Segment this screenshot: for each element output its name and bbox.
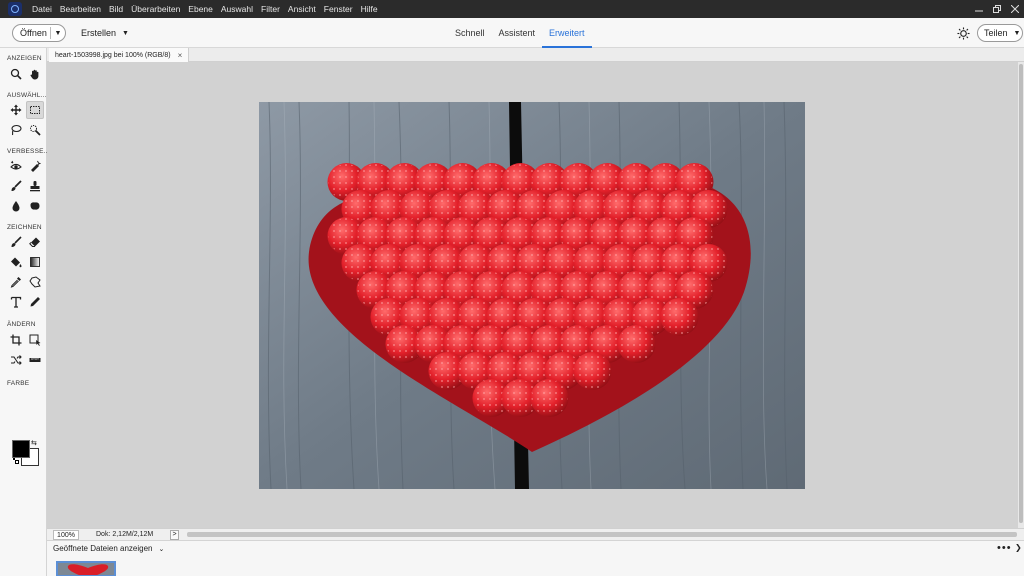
document-image[interactable] [259,102,805,489]
chevron-down-icon: ▼ [122,29,129,37]
minimize-icon[interactable] [970,0,988,18]
menu-bild[interactable]: Bild [105,0,127,18]
photo-bin-dropdown-label: Geöffnete Dateien anzeigen [53,544,153,553]
eyedropper-icon[interactable] [7,273,25,291]
move-icon[interactable] [7,101,25,119]
blur-icon[interactable] [7,197,25,215]
chevron-down-icon: ⌄ [158,545,165,553]
menu-ansicht[interactable]: Ansicht [284,0,320,18]
crop-icon[interactable] [7,331,25,349]
red-eye-icon[interactable] [7,157,25,175]
default-colors-icon[interactable] [12,457,20,465]
type-icon[interactable] [7,293,25,311]
section-label-select: AUSWÄHL... [7,92,47,99]
menu-ebene[interactable]: Ebene [184,0,217,18]
close-icon[interactable] [1006,0,1024,18]
recompose-icon[interactable] [26,331,44,349]
raspberry-texture [618,326,655,362]
more-options-icon[interactable]: ••• [997,542,1012,554]
photo-bin: Geöffnete Dateien anzeigen ⌄ ••• ❯ [47,540,1024,576]
clone-stamp-icon[interactable] [26,177,44,195]
tab-schnell[interactable]: Schnell [448,18,492,48]
tab-assistent[interactable]: Assistent [492,18,543,48]
status-more-button[interactable]: > [170,530,179,540]
spot-healing-icon[interactable] [26,157,44,175]
vertical-scrollbar[interactable] [1018,62,1024,528]
pencil-icon[interactable] [26,293,44,311]
status-bar: 100% Dok: 2,12M/2,12M > [47,528,1024,540]
tab-erweitert[interactable]: Erweitert [542,18,592,48]
chevron-right-icon[interactable]: ❯ [1015,543,1022,552]
mode-tabs: Schnell Assistent Erweitert [448,18,592,48]
brush-icon[interactable] [7,233,25,251]
lasso-icon[interactable] [7,121,25,139]
photo-bin-dropdown[interactable]: Geöffnete Dateien anzeigen ⌄ [53,544,164,553]
menu-auswahl[interactable]: Auswahl [217,0,257,18]
sponge-icon[interactable] [26,197,44,215]
gradient-icon[interactable] [26,253,44,271]
paint-bucket-icon[interactable] [7,253,25,271]
eraser-icon[interactable] [26,233,44,251]
menu-datei[interactable]: Datei [28,0,56,18]
create-button[interactable]: Erstellen ▼ [81,24,129,42]
sun-icon[interactable] [956,26,970,40]
hand-icon[interactable] [26,65,44,83]
section-label-modify: ÄNDERN [7,321,36,328]
custom-shape-icon[interactable] [26,273,44,291]
zoom-level-field[interactable]: 100% [53,530,79,540]
document-tab[interactable]: heart-1503998.jpg bei 100% (RGB/8) × [49,48,190,62]
close-icon[interactable]: × [178,51,183,60]
toolbox: ANZEIGEN AUSWÄHL... VERBESSE... ZEICHNEN [0,48,50,576]
marquee-icon[interactable] [26,101,44,119]
menu-hilfe[interactable]: Hilfe [357,0,382,18]
menu-bearbeiten[interactable]: Bearbeiten [56,0,105,18]
document-tab-title: heart-1503998.jpg bei 100% (RGB/8) [55,51,171,59]
menu-fenster[interactable]: Fenster [320,0,357,18]
foreground-color-swatch[interactable] [12,440,30,458]
document-size: Dok: 2,12M/2,12M [96,531,154,538]
section-label-color: FARBE [7,380,30,387]
section-label-draw: ZEICHNEN [7,224,42,231]
horizontal-scrollbar[interactable] [187,532,1017,537]
chevron-down-icon[interactable]: ▼ [51,30,65,37]
raspberry-texture [531,380,568,416]
section-label-enhance: VERBESSE... [7,148,50,155]
canvas-area[interactable] [47,62,1018,528]
raspberry-texture [661,299,698,335]
menu-bar: Datei Bearbeiten Bild Überarbeiten Ebene… [0,0,1024,18]
create-button-label: Erstellen [81,28,117,38]
top-bar: Öffnen ▼ Erstellen ▼ Schnell Assistent E… [0,18,1024,48]
menu-filter[interactable]: Filter [257,0,284,18]
chevron-down-icon: ▼ [1013,29,1021,37]
quick-select-icon[interactable] [26,121,44,139]
restore-icon[interactable] [988,0,1006,18]
section-label-view: ANZEIGEN [7,55,42,62]
straighten-icon[interactable] [26,351,44,369]
zoom-icon[interactable] [7,65,25,83]
open-file-thumbnail[interactable] [56,561,116,576]
open-button[interactable]: Öffnen ▼ [12,24,66,42]
swap-colors-icon[interactable]: ⇆ [31,439,37,447]
app-logo-icon [8,2,22,16]
document-tab-bar: heart-1503998.jpg bei 100% (RGB/8) × [47,48,1024,62]
open-button-label: Öffnen [20,28,47,38]
share-button-label: Teilen [984,28,1008,38]
window-controls [970,0,1024,18]
menu-ueberarbeiten[interactable]: Überarbeiten [127,0,184,18]
share-button[interactable]: Teilen ▼ [977,24,1023,42]
raspberry-texture [574,353,611,389]
content-aware-move-icon[interactable] [7,351,25,369]
smart-brush-icon[interactable] [7,177,25,195]
